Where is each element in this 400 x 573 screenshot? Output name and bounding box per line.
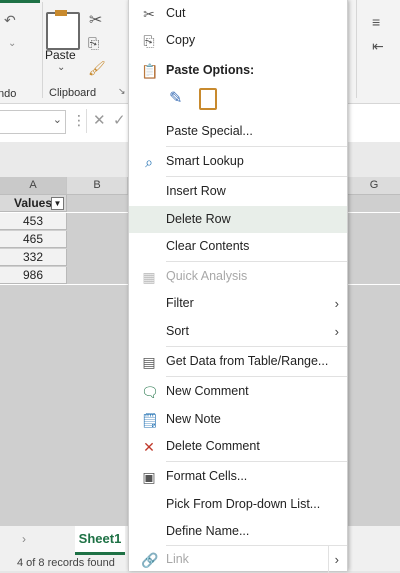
menu-item-label: Filter	[166, 296, 194, 310]
menu-item-label: Sort	[166, 324, 189, 338]
value-cell[interactable]: 453	[0, 213, 67, 230]
menu-separator	[166, 376, 347, 377]
more-options-icon[interactable]: ⋮	[72, 112, 86, 129]
chevron-right-icon: ›	[334, 324, 339, 339]
enter-icon[interactable]: ✓	[113, 111, 126, 129]
menu-item-sort[interactable]: Sort ›	[129, 318, 347, 345]
undo-dropdown-icon[interactable]: ⌄	[8, 38, 16, 49]
menu-item-delete-comment[interactable]: ✕ Delete Comment	[129, 433, 347, 460]
menu-item-label: Smart Lookup	[166, 154, 244, 168]
paste-values-icon[interactable]	[199, 88, 217, 110]
ribbon-accent	[0, 0, 40, 3]
undo-icon[interactable]: ↶	[4, 12, 16, 29]
menu-item-label: Delete Row	[166, 212, 231, 226]
paste-formatting-icon[interactable]: ✎	[169, 88, 189, 110]
menu-item-copy[interactable]: ⎘ Copy	[129, 27, 347, 54]
menu-separator	[166, 261, 347, 262]
clipboard-group-label: Clipboard	[49, 87, 97, 99]
indent-icon[interactable]: ⇤	[372, 38, 384, 55]
menu-item-label: Quick Analysis	[166, 269, 248, 283]
menu-separator	[166, 461, 347, 462]
menu-item-label: Link	[166, 552, 189, 566]
menu-item-label: Paste Options:	[166, 63, 255, 77]
menu-item-filter[interactable]: Filter ›	[129, 290, 347, 317]
value-cell[interactable]: 465	[0, 231, 67, 248]
cut-icon[interactable]: ✂	[89, 10, 102, 30]
menu-item-label: Cut	[166, 6, 186, 20]
menu-item-label: Delete Comment	[166, 439, 260, 453]
menu-item-label: Format Cells...	[166, 469, 248, 483]
format-cells-icon: ▣	[142, 469, 156, 485]
context-menu: ✂ Cut ⎘ Copy 📋 Paste Options: ✎ Paste Sp…	[128, 0, 348, 573]
menu-item-get-data[interactable]: ▤ Get Data from Table/Range...	[129, 348, 347, 375]
filter-icon[interactable]: ▼	[51, 197, 64, 210]
menu-item-insert-row[interactable]: Insert Row	[129, 178, 347, 205]
value-cell[interactable]: 986	[0, 267, 67, 284]
menu-item-paste-special[interactable]: Paste Special...	[129, 118, 347, 145]
menu-item-label: Define Name...	[166, 524, 250, 538]
paste-icon[interactable]	[46, 10, 80, 50]
copy-icon: ⎘	[143, 33, 155, 49]
note-icon: 🗒	[141, 412, 159, 428]
status-text: 4 of 8 records found	[17, 557, 115, 569]
clipboard-launcher-icon[interactable]: ↘	[118, 86, 126, 97]
menu-item-delete-row[interactable]: Delete Row	[129, 206, 347, 233]
menu-item-label: New Note	[166, 412, 221, 426]
column-header-a[interactable]: A	[0, 177, 67, 194]
menu-item-new-comment[interactable]: 🗨 New Comment	[129, 378, 347, 405]
search-icon: ⌕	[145, 154, 153, 170]
quick-analysis-icon: ▦	[142, 269, 156, 285]
menu-item-smart-lookup[interactable]: ⌕ Smart Lookup	[129, 148, 347, 175]
menu-separator	[166, 346, 347, 347]
paste-icon: 📋	[141, 63, 159, 79]
header-cell[interactable]: Values ▼	[0, 195, 67, 212]
comment-icon: 🗨	[141, 384, 159, 400]
menu-item-format-cells[interactable]: ▣ Format Cells...	[129, 463, 347, 490]
divider	[356, 0, 357, 98]
paste-dropdown-icon[interactable]: ⌄	[57, 62, 65, 73]
menu-separator	[166, 146, 347, 147]
column-header-g[interactable]: G	[346, 177, 400, 194]
paste-button[interactable]: Paste	[45, 48, 76, 62]
menu-separator	[166, 176, 347, 177]
menu-item-label: Clear Contents	[166, 239, 250, 253]
divider	[42, 2, 43, 98]
column-header-b[interactable]: B	[67, 177, 128, 194]
sheet-tab[interactable]: Sheet1	[75, 526, 125, 555]
table-icon: ▤	[142, 354, 156, 370]
delete-comment-icon: ✕	[143, 439, 155, 455]
menu-item-label: Pick From Drop-down List...	[166, 497, 321, 511]
menu-item-label: Paste Special...	[166, 124, 253, 138]
name-box-dropdown-icon[interactable]: ⌄	[53, 113, 62, 126]
menu-item-cut[interactable]: ✂ Cut	[129, 0, 347, 27]
paste-options-heading: 📋 Paste Options:	[129, 57, 347, 84]
header-cell-label: Values	[13, 196, 53, 210]
chevron-right-icon: ›	[327, 546, 339, 573]
menu-item-label: New Comment	[166, 384, 249, 398]
undo-group-label: ndo	[0, 88, 17, 100]
name-box[interactable]: ⌄	[0, 110, 66, 134]
menu-item-quick-analysis: ▦ Quick Analysis	[129, 263, 347, 290]
cancel-icon[interactable]: ✕	[93, 111, 106, 129]
menu-item-clear-contents[interactable]: Clear Contents	[129, 233, 347, 260]
align-icon[interactable]: ≡	[372, 14, 380, 30]
value-cell[interactable]: 332	[0, 249, 67, 266]
menu-item-define-name[interactable]: Define Name...	[129, 518, 347, 545]
menu-item-label: Copy	[166, 33, 196, 47]
copy-icon[interactable]: ⎘	[88, 35, 99, 52]
formula-actions: ✕ ✓	[86, 109, 127, 133]
link-icon: 🔗	[141, 552, 159, 568]
format-painter-icon[interactable]: 🖌	[88, 60, 106, 77]
menu-item-link: 🔗 Link ›	[129, 546, 347, 573]
menu-item-label: Insert Row	[166, 184, 226, 198]
cut-icon: ✂	[143, 6, 155, 22]
menu-item-label: Get Data from Table/Range...	[166, 354, 329, 368]
menu-item-new-note[interactable]: 🗒 New Note	[129, 406, 347, 433]
menu-item-pick-list[interactable]: Pick From Drop-down List...	[129, 491, 347, 518]
chevron-right-icon: ›	[334, 296, 339, 311]
next-sheet-icon[interactable]: ›	[22, 532, 26, 546]
